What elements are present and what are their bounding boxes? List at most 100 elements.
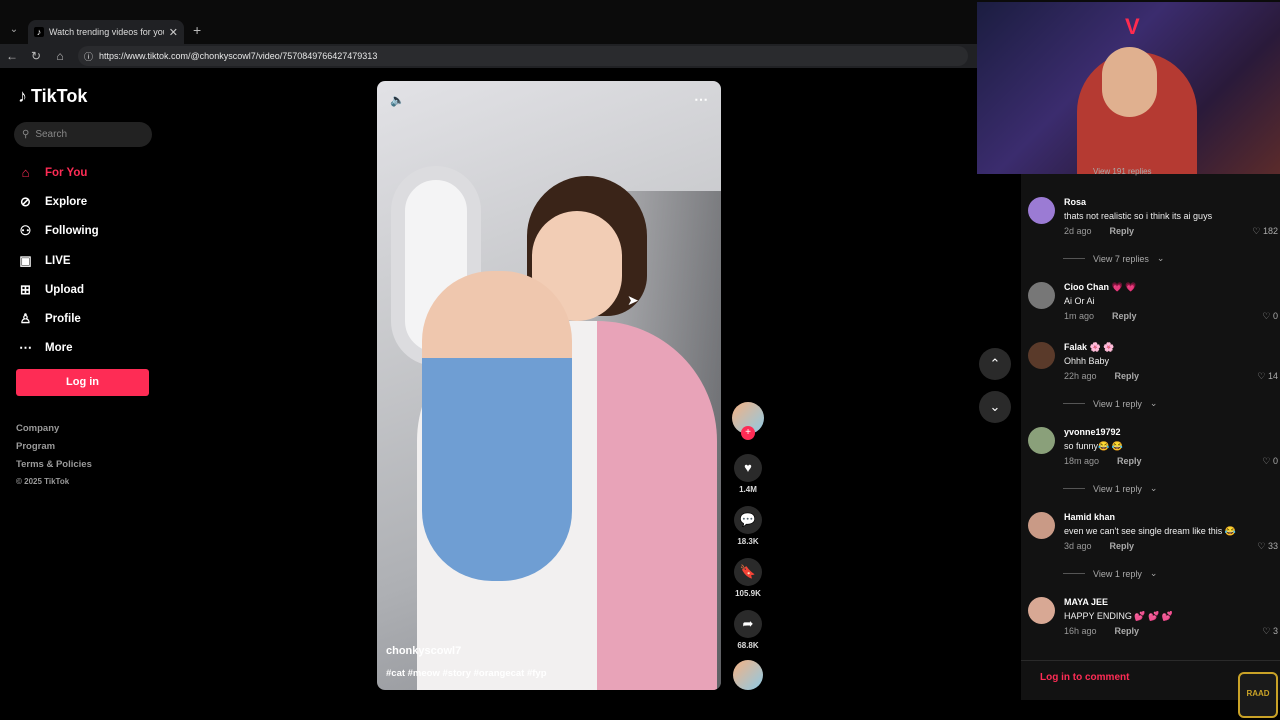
reply-button[interactable]: Reply [1110,226,1135,236]
commenter-avatar[interactable] [1028,597,1055,624]
login-button[interactable]: Log in [16,369,149,396]
url-field[interactable]: ⓘ https://www.tiktok.com/@chonkyscowl7/v… [78,46,968,66]
back-icon[interactable]: ← [0,49,24,63]
sidebar-item-for-you[interactable]: ⌂ For You [18,158,99,187]
more-icon: ⋯ [19,340,32,356]
sound-avatar[interactable] [733,660,763,690]
video-actions: + ♥ 1.4M 💬 18.3K 🔖 105.9K ➦ 68.8K [729,402,767,690]
comment-likes[interactable]: ♡ 14 [1257,371,1278,382]
commenter-avatar[interactable] [1028,342,1055,369]
live-icon: ▣ [19,252,32,268]
heart-icon: ♥ [734,454,762,482]
view-replies-label: View 1 reply [1093,483,1142,494]
search-placeholder: Search [35,129,68,140]
like-count: 0 [1272,456,1278,466]
commenter-avatar[interactable] [1028,427,1055,454]
comment-text: HAPPY ENDING 💕 💕 💕 [1064,611,1173,621]
browser-tab[interactable]: ♪ Watch trending videos for you | TikTok… [28,20,184,44]
tiktok-logo[interactable]: ♪ TikTok [18,86,87,107]
comment-likes[interactable]: ♡ 33 [1257,541,1278,552]
sidebar-item-label: Following [45,225,99,238]
login-to-comment-link[interactable]: Log in to comment [1040,672,1129,683]
comment-likes[interactable]: ♡ 182 [1252,226,1278,237]
footer-link-terms[interactable]: Terms & Policies [16,459,92,477]
compass-icon: ⊘ [20,193,31,209]
heart-outline-icon: ♡ [1252,226,1261,236]
like-count: 3 [1272,626,1278,636]
video-more-icon[interactable]: ⋯ [694,91,708,108]
comment-text: Ai Or Ai [1064,296,1095,306]
comment-text: Ohhh Baby [1064,356,1110,366]
commenter-avatar[interactable] [1028,197,1055,224]
bottom-strip [0,700,1280,720]
reload-icon[interactable]: ↻ [24,49,48,63]
save-count: 105.9K [735,589,761,598]
new-tab-button[interactable]: + [193,22,201,38]
commenter-name[interactable]: MAYA JEE [1064,597,1108,607]
tiktok-note-icon: ♪ [18,86,27,106]
commenter-name[interactable]: yvonne19792 [1064,427,1121,437]
home-browser-icon[interactable]: ⌂ [48,49,72,63]
comment-time: 3d ago [1064,541,1092,551]
footer-link-program[interactable]: Program [16,441,92,459]
reply-button[interactable]: Reply [1110,541,1135,551]
reply-button[interactable]: Reply [1115,371,1140,381]
sidebar-item-following[interactable]: ⚇ Following [18,217,99,246]
search-input[interactable]: ⚲ Search [14,122,152,147]
video-username[interactable]: chonkyscowl7 [386,645,461,657]
creator-avatar[interactable]: + [732,402,764,440]
like-count: 33 [1267,541,1278,551]
video-nav-arrows: ⌃ ⌄ [979,348,1011,434]
comment-likes[interactable]: ♡ 3 [1262,626,1278,637]
sidebar-item-live[interactable]: ▣ LIVE [18,246,99,275]
view-replies-label: View 1 reply [1093,398,1142,409]
view-replies-top[interactable]: View 191 replies [1093,167,1152,176]
close-tab-icon[interactable]: ✕ [169,26,178,39]
view-replies[interactable]: View 1 reply ⌄ [1063,483,1157,494]
tiktok-favicon-icon: ♪ [34,27,44,37]
next-video-chevron-down-icon[interactable]: ⌄ [979,391,1011,423]
sidebar-item-label: Explore [45,195,88,208]
reply-button[interactable]: Reply [1115,626,1140,636]
bookmark-icon: 🔖 [734,558,762,586]
like-count: 0 [1272,311,1278,321]
sidebar-item-profile[interactable]: ♙ Profile [18,304,99,333]
commenter-name[interactable]: Cioo Chan 💗 💗 [1064,282,1136,293]
sidebar-item-label: For You [45,166,88,179]
share-button[interactable]: ➦ 68.8K [729,610,767,650]
tab-search-chevron-icon[interactable]: ⌄ [6,22,22,38]
site-info-icon[interactable]: ⓘ [84,50,93,63]
video-hashtags[interactable]: #cat #meow #story #orangecat #fyp [386,668,547,679]
heart-outline-icon: ♡ [1262,456,1271,466]
reply-button[interactable]: Reply [1117,456,1142,466]
reply-button[interactable]: Reply [1112,311,1137,321]
commenter-name[interactable]: Falak 🌸 🌸 [1064,342,1114,353]
sidebar-item-more[interactable]: ⋯ More [18,334,99,363]
comment-likes[interactable]: ♡ 0 [1262,456,1278,467]
previous-video-chevron-up-icon[interactable]: ⌃ [979,348,1011,380]
chevron-down-icon: ⌄ [1156,253,1165,263]
volume-icon[interactable]: 🔈 [390,93,405,107]
sidebar-item-explore[interactable]: ⊘ Explore [18,187,99,216]
save-button[interactable]: 🔖 105.9K [729,558,767,598]
sidebar-item-label: More [45,342,73,355]
view-replies[interactable]: View 1 reply ⌄ [1063,398,1157,409]
sidebar: ♪ TikTok ⚲ Search ⌂ For You ⊘ Explore ⚇ Fol… [0,68,170,700]
commenter-avatar[interactable] [1028,282,1055,309]
sidebar-menu: ⌂ For You ⊘ Explore ⚇ Following ▣ LIVE ⊞ Uplo… [18,158,99,363]
follow-plus-icon[interactable]: + [741,426,755,440]
sidebar-item-upload[interactable]: ⊞ Upload [18,275,99,304]
comment-button[interactable]: 💬 18.3K [729,506,767,546]
comment-count: 18.3K [737,537,759,546]
sidebar-item-label: Profile [45,313,81,326]
footer-link-company[interactable]: Company [16,423,92,441]
view-replies[interactable]: View 7 replies ⌄ [1063,253,1164,264]
commenter-avatar[interactable] [1028,512,1055,539]
video-player[interactable]: 🔈 ⋯ chonkyscowl7 #cat #meow #story #oran… [377,81,721,690]
commenter-name[interactable]: Rosa [1064,197,1086,207]
commenter-name[interactable]: Hamid khan [1064,512,1115,522]
comment-likes[interactable]: ♡ 0 [1262,311,1278,322]
like-button[interactable]: ♥ 1.4M [729,454,767,494]
comment-time: 22h ago [1064,371,1097,381]
view-replies[interactable]: View 1 reply ⌄ [1063,568,1157,579]
